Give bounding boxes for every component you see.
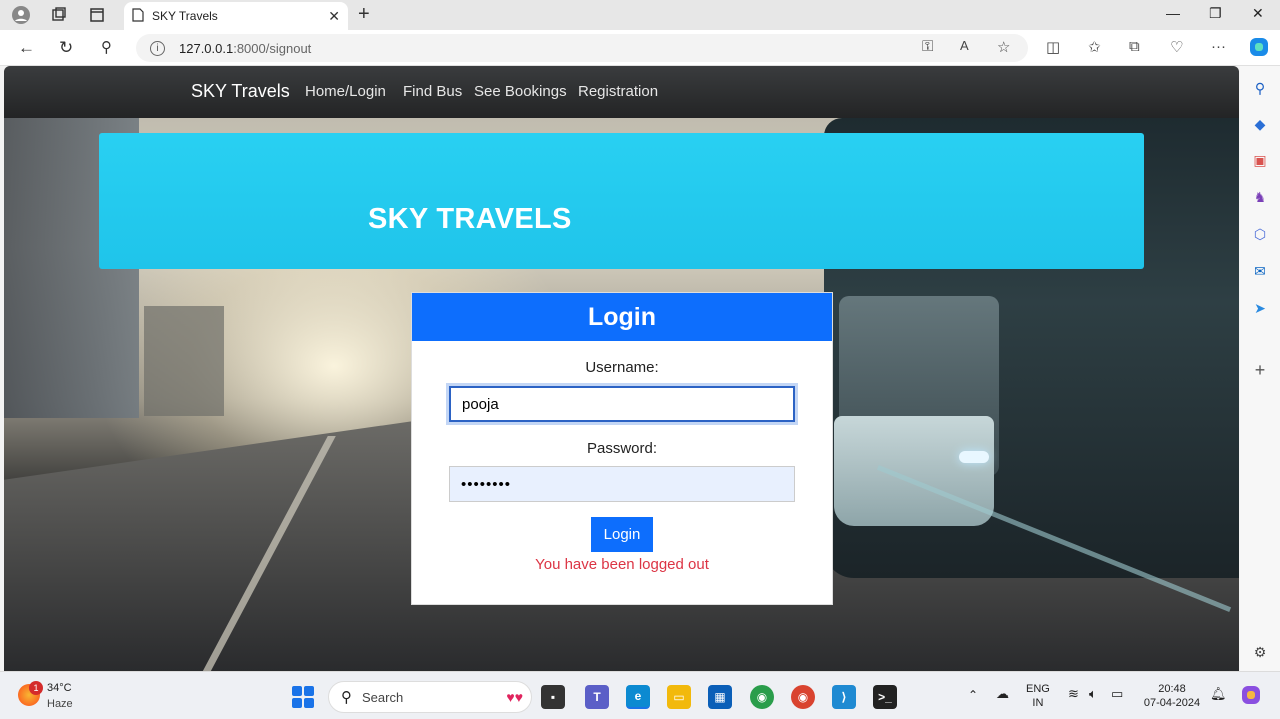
profile-icon[interactable]	[10, 4, 32, 26]
search-highlight-icon: ♥♥	[506, 689, 523, 705]
tab-actions-icon[interactable]	[86, 4, 108, 26]
nav-link-registration[interactable]: Registration	[578, 83, 658, 100]
search-placeholder: Search	[362, 689, 404, 705]
search-icon[interactable]: ⚲	[101, 38, 112, 56]
teams-icon[interactable]: T	[585, 685, 609, 709]
language-indicator[interactable]: ENG IN	[1026, 682, 1050, 710]
login-button[interactable]: Login	[591, 517, 653, 552]
address-bar-row: ← ↻ ⚲ i 127.0.0.1:8000/signout ⚿ A ☆ ◫ ✩…	[0, 30, 1280, 66]
network-app-icon[interactable]: ☁	[996, 687, 1009, 701]
logout-message: You have been logged out	[535, 556, 709, 573]
taskbar-search[interactable]: ⚲ Search ♥♥	[328, 681, 532, 713]
chrome-profile-icon[interactable]: ◉	[791, 685, 815, 709]
hero-banner: SKY TRAVELS	[99, 133, 1144, 269]
language-region: IN	[1032, 697, 1044, 709]
battery-icon[interactable]: ▭	[1111, 687, 1123, 701]
background-building	[144, 306, 224, 416]
workspaces-icon[interactable]	[48, 4, 70, 26]
clock[interactable]: 20:48 07-04-2024	[1140, 682, 1204, 710]
wifi-icon[interactable]: ≋	[1068, 687, 1079, 701]
microsoft365-icon[interactable]: ⬡	[1250, 224, 1270, 244]
hero-title: SKY TRAVELS	[368, 203, 572, 235]
volume-icon[interactable]: 🔈︎	[1089, 687, 1097, 701]
page-icon	[132, 7, 144, 25]
split-screen-icon[interactable]: ◫	[1046, 38, 1060, 56]
password-input[interactable]: ••••••••	[449, 466, 795, 502]
search-sidebar-icon[interactable]: ⚲	[1250, 78, 1270, 98]
username-label: Username:	[585, 359, 659, 376]
login-card: Login Username: pooja Password: ••••••••…	[411, 292, 833, 605]
password-label: Password:	[586, 440, 658, 457]
store-icon[interactable]: ▦	[708, 685, 732, 709]
url-field[interactable]: i 127.0.0.1:8000/signout	[136, 34, 1028, 62]
tab-title: SKY Travels	[152, 9, 218, 23]
close-tab-icon[interactable]: ✕	[328, 8, 340, 25]
site-navbar: SKY Travels Home/Login Find Bus See Book…	[4, 66, 1239, 118]
language-code: ENG	[1026, 683, 1050, 695]
weather-condition[interactable]: Haze	[47, 698, 73, 710]
key-icon[interactable]: ⚿	[922, 38, 933, 55]
url-host: 127.0.0.1	[179, 40, 234, 56]
browser-tab[interactable]: SKY Travels ✕	[124, 2, 348, 30]
restore-icon[interactable]: ❐	[1209, 5, 1222, 22]
chrome-icon[interactable]: ◉	[750, 685, 774, 709]
login-header: Login	[412, 293, 832, 341]
browser-tab-bar: SKY Travels ✕ + — ❐ ✕	[0, 0, 1280, 30]
copilot-taskbar-icon[interactable]	[1240, 684, 1262, 710]
username-input[interactable]: pooja	[449, 386, 795, 422]
page-viewport: SKY Travels Home/Login Find Bus See Book…	[4, 66, 1239, 671]
nav-link-find-bus[interactable]: Find Bus	[403, 83, 462, 100]
windows-taskbar: 1 34°C Haze ⚲ Search ♥♥ ▪ T e ▭ ▦ ◉ ◉ ⟩ …	[0, 671, 1280, 719]
refresh-icon[interactable]: ↻	[59, 38, 73, 58]
nav-link-home-login[interactable]: Home/Login	[305, 83, 386, 100]
terminal-icon[interactable]: >_	[873, 685, 897, 709]
tools-icon[interactable]: ▣	[1250, 150, 1270, 170]
show-hidden-icons[interactable]: ⌃	[968, 688, 978, 702]
clock-time: 20:48	[1158, 683, 1186, 695]
sidebar-settings-icon[interactable]: ⚙	[1250, 642, 1270, 662]
clock-date: 07-04-2024	[1143, 697, 1201, 709]
collections-icon[interactable]: ⧉	[1129, 38, 1140, 55]
browser-essentials-icon[interactable]: ♡	[1170, 38, 1183, 56]
shopping-icon[interactable]: ◆	[1250, 114, 1270, 134]
edge-sidebar: ⚲ ◆ ▣ ♞ ⬡ ✉ ➤ + ⚙	[1240, 66, 1280, 671]
nav-link-see-bookings[interactable]: See Bookings	[474, 83, 567, 100]
games-icon[interactable]: ♞	[1250, 187, 1270, 207]
search-icon: ⚲	[341, 689, 352, 706]
site-info-icon[interactable]: i	[150, 40, 165, 56]
outlook-icon[interactable]: ✉	[1250, 261, 1270, 281]
notification-bell-icon[interactable]: 🔔︎	[1210, 687, 1227, 701]
notification-badge: 1	[29, 681, 43, 695]
new-tab-icon[interactable]: +	[358, 3, 370, 26]
url-path: :8000/signout	[233, 40, 312, 56]
close-window-icon[interactable]: ✕	[1252, 5, 1264, 22]
file-explorer-icon[interactable]: ▭	[667, 685, 691, 709]
task-view-icon[interactable]: ▪	[541, 685, 565, 709]
add-sidebar-icon[interactable]: +	[1250, 360, 1270, 380]
minimize-icon[interactable]: —	[1166, 5, 1180, 21]
bus-headlight	[959, 451, 989, 463]
read-aloud-icon[interactable]: A	[960, 38, 969, 53]
favorite-star-icon[interactable]: ☆	[997, 38, 1010, 56]
copilot-icon[interactable]	[1248, 36, 1270, 62]
more-menu-icon[interactable]: ···	[1211, 38, 1226, 55]
weather-temp[interactable]: 34°C	[47, 682, 72, 694]
back-icon[interactable]: ←	[18, 38, 35, 58]
edge-icon[interactable]: e	[626, 685, 650, 709]
vscode-icon[interactable]: ⟩	[832, 685, 856, 709]
navbar-brand[interactable]: SKY Travels	[191, 81, 290, 102]
bus-front	[834, 416, 994, 526]
favorites-icon[interactable]: ✩	[1088, 38, 1101, 56]
drop-icon[interactable]: ➤	[1250, 298, 1270, 318]
start-icon[interactable]	[292, 686, 314, 708]
